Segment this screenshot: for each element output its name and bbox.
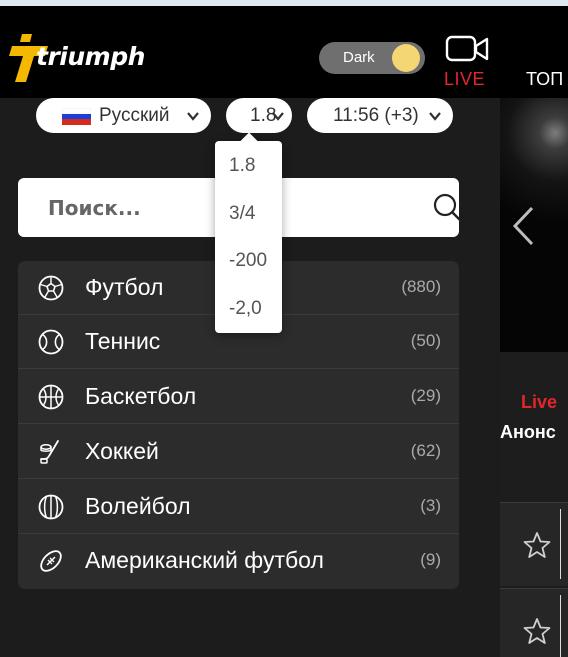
odds-option-hongkong[interactable]: -2,0 xyxy=(229,298,262,320)
sport-count: (29) xyxy=(410,386,441,405)
live-section-label: Live xyxy=(521,392,558,412)
basketball-icon xyxy=(38,384,64,410)
live-nav-label: LIVE xyxy=(444,69,486,89)
sport-name: Футбол xyxy=(85,274,164,300)
sport-item-american-football[interactable]: Американский футбол (9) xyxy=(18,534,459,588)
odds-option-decimal[interactable]: 1.8 xyxy=(229,155,255,177)
sport-item-volleyball[interactable]: Волейбол (3) xyxy=(18,480,459,534)
dropdown-caret xyxy=(240,132,258,150)
sport-name: Американский футбол xyxy=(85,547,324,573)
hockey-icon xyxy=(40,440,59,464)
row-divider xyxy=(560,509,561,579)
tennis-icon xyxy=(38,329,64,355)
sport-name: Хоккей xyxy=(85,438,159,464)
sport-item-basketball[interactable]: Баскетбол (29) xyxy=(18,370,459,424)
theme-toggle-label: Dark xyxy=(343,49,375,66)
volleyball-icon xyxy=(38,494,64,520)
language-select[interactable]: Русский xyxy=(36,98,211,133)
logo-text: triumph xyxy=(36,42,145,71)
sport-count: (50) xyxy=(410,331,441,350)
sport-count: (880) xyxy=(401,277,441,296)
american-football-icon xyxy=(40,550,62,572)
time-value: 11:56 (+3) xyxy=(333,105,419,126)
app-frame: triumph Dark LIVE ТОП Русский 1.8 11:56 … xyxy=(0,0,568,657)
chevron-down-icon xyxy=(272,112,284,121)
chevron-down-icon xyxy=(429,112,441,121)
row-divider xyxy=(560,595,561,657)
star-icon[interactable] xyxy=(523,617,551,645)
search-icon[interactable] xyxy=(433,193,463,223)
sport-count: (3) xyxy=(420,496,441,515)
carousel-prev-icon[interactable] xyxy=(512,206,534,246)
odds-option-fractional[interactable]: 3/4 xyxy=(229,203,255,225)
sport-count: (9) xyxy=(420,550,441,569)
sport-name: Баскетбол xyxy=(85,383,197,409)
event-row[interactable] xyxy=(500,588,568,657)
sport-name: Волейбол xyxy=(85,493,191,519)
event-row[interactable] xyxy=(500,502,568,586)
hero-banner xyxy=(500,98,568,352)
sport-item-hockey[interactable]: Хоккей (62) xyxy=(18,425,459,479)
sport-count: (62) xyxy=(410,441,441,460)
odds-format-select[interactable]: 1.8 xyxy=(226,98,292,133)
star-icon[interactable] xyxy=(523,531,551,559)
live-nav-link[interactable]: LIVE xyxy=(440,34,496,94)
odds-option-american[interactable]: -200 xyxy=(229,250,267,272)
top-nav-link[interactable]: ТОП xyxy=(526,69,563,90)
anons-section-label: Анонс xyxy=(500,422,556,442)
logo[interactable]: triumph xyxy=(8,32,158,82)
chevron-down-icon xyxy=(187,112,199,121)
video-camera-icon xyxy=(445,35,489,62)
odds-format-dropdown: 1.8 3/4 -200 -2,0 xyxy=(215,132,282,333)
russia-flag-icon xyxy=(62,108,91,125)
header: triumph Dark LIVE ТОП xyxy=(0,6,568,98)
main-content-panel: Live Анонс xyxy=(500,98,568,657)
language-value: Русский xyxy=(99,105,170,126)
sport-name: Теннис xyxy=(85,328,161,354)
theme-toggle-knob xyxy=(392,44,420,72)
theme-toggle[interactable]: Dark xyxy=(319,42,425,74)
football-icon xyxy=(38,275,64,301)
time-zone-select[interactable]: 11:56 (+3) xyxy=(307,98,453,133)
